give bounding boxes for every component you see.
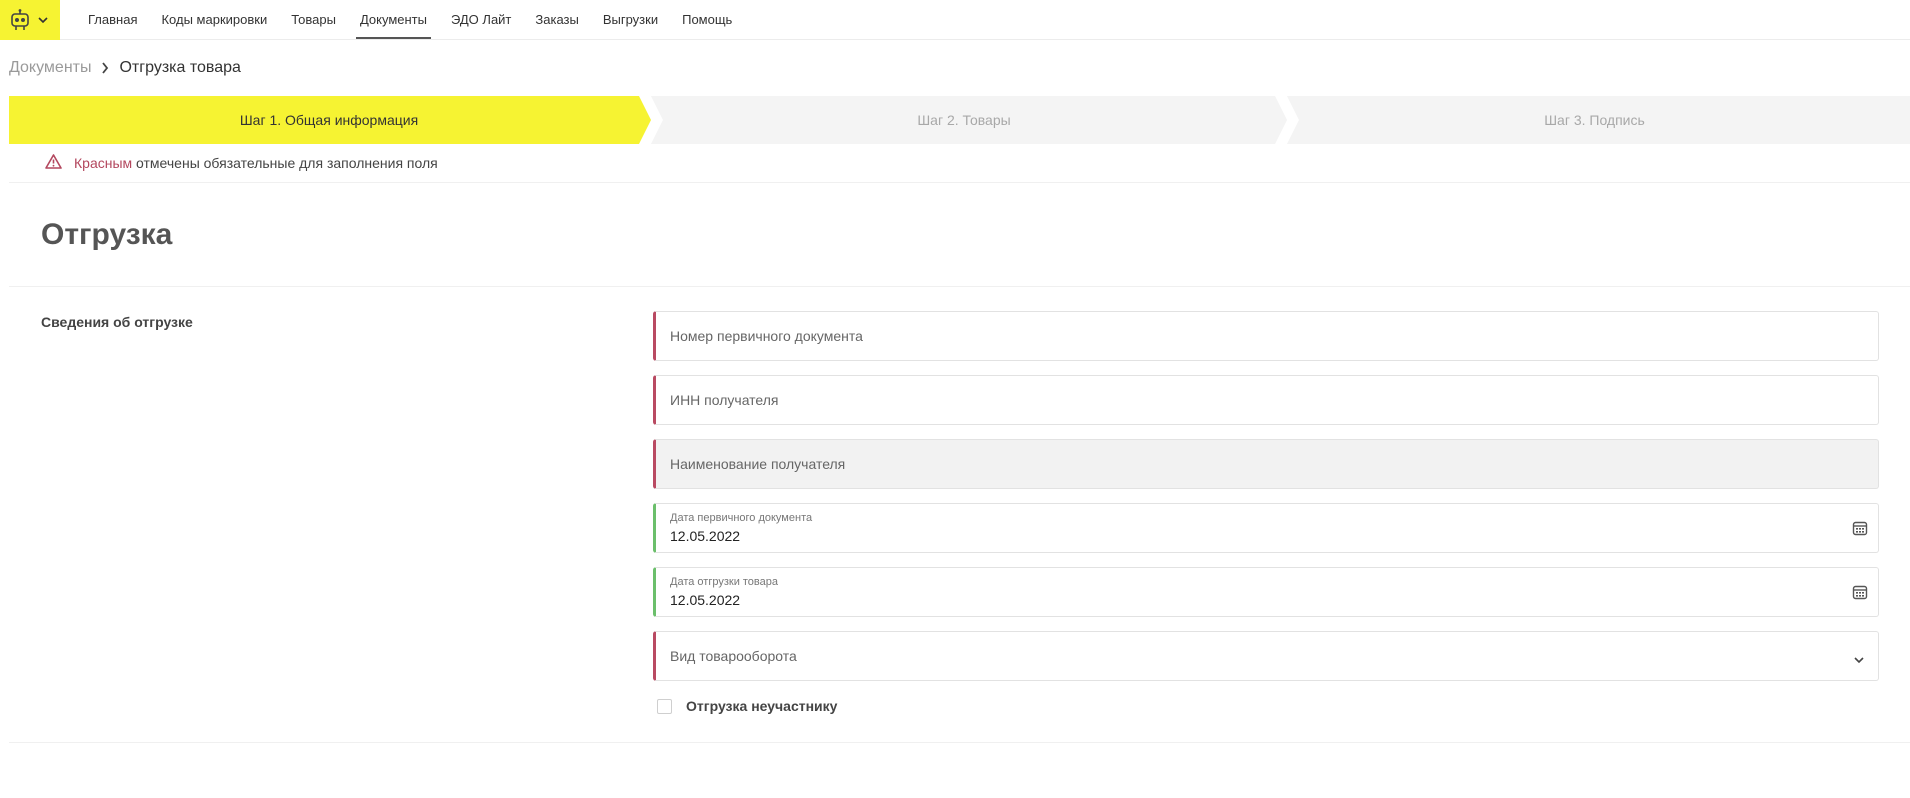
top-navigation: Главная Коды маркировки Товары Документы…	[0, 0, 1910, 40]
step-signature[interactable]: Шаг 3. Подпись	[1279, 96, 1910, 144]
nav-item-goods[interactable]: Товары	[279, 0, 348, 40]
turnover-type-placeholder: Вид товарооборота	[670, 648, 797, 664]
chevron-down-icon	[38, 16, 48, 24]
nav-item-edo-lite[interactable]: ЭДО Лайт	[439, 0, 523, 40]
required-fields-notice: Красным отмечены обязательные для заполн…	[45, 154, 438, 172]
doc-date-field[interactable]: Дата первичного документа 12.05.2022	[653, 503, 1879, 553]
breadcrumb-documents-link[interactable]: Документы	[9, 59, 91, 77]
page-title: Отгрузка	[41, 218, 173, 251]
robot-logo-icon	[10, 9, 30, 31]
doc-date-value: 12.05.2022	[670, 528, 741, 544]
inn-placeholder: ИНН получателя	[670, 392, 779, 408]
nav-item-exports[interactable]: Выгрузки	[591, 0, 670, 40]
ship-date-label: Дата отгрузки товара	[670, 576, 778, 588]
doc-number-field[interactable]: Номер первичного документа	[653, 311, 1879, 361]
calendar-icon[interactable]	[1852, 520, 1868, 541]
non-participant-option: Отгрузка неучастнику	[657, 698, 837, 714]
divider	[9, 182, 1910, 183]
main-menu: Главная Коды маркировки Товары Документы…	[76, 0, 744, 40]
breadcrumb: Документы Отгрузка товара	[9, 59, 241, 77]
step-general-info[interactable]: Шаг 1. Общая информация	[9, 96, 649, 144]
inn-field[interactable]: ИНН получателя	[653, 375, 1879, 425]
section-label-shipment-info: Сведения об отгрузке	[41, 314, 193, 330]
notice-highlight: Красным	[74, 155, 133, 171]
warning-triangle-icon	[45, 154, 62, 172]
chevron-right-icon	[101, 62, 109, 74]
divider	[9, 286, 1910, 287]
step-progress: Шаг 1. Общая информация Шаг 2. Товары Ша…	[9, 96, 1910, 144]
non-participant-checkbox[interactable]	[657, 698, 672, 714]
nav-item-help[interactable]: Помощь	[670, 0, 744, 40]
doc-number-placeholder: Номер первичного документа	[670, 328, 863, 344]
recipient-name-field[interactable]: Наименование получателя	[653, 439, 1879, 489]
ship-date-field[interactable]: Дата отгрузки товара 12.05.2022	[653, 567, 1879, 617]
turnover-type-select[interactable]: Вид товарооборота	[653, 631, 1879, 681]
calendar-icon[interactable]	[1852, 584, 1868, 605]
chevron-down-icon[interactable]	[1854, 651, 1864, 669]
nav-item-documents[interactable]: Документы	[348, 0, 439, 40]
recipient-name-placeholder: Наименование получателя	[670, 456, 846, 472]
logo-menu-button[interactable]	[0, 0, 60, 40]
nav-item-orders[interactable]: Заказы	[523, 0, 590, 40]
notice-message: отмечены обязательные для заполнения пол…	[132, 155, 438, 171]
nav-item-marking-codes[interactable]: Коды маркировки	[149, 0, 279, 40]
ship-date-value: 12.05.2022	[670, 592, 741, 608]
nav-item-home[interactable]: Главная	[76, 0, 149, 40]
step-goods[interactable]: Шаг 2. Товары	[649, 96, 1279, 144]
breadcrumb-current: Отгрузка товара	[119, 59, 241, 76]
divider	[9, 742, 1910, 743]
notice-text: Красным отмечены обязательные для заполн…	[74, 155, 438, 171]
doc-date-label: Дата первичного документа	[670, 512, 813, 524]
non-participant-label[interactable]: Отгрузка неучастнику	[686, 698, 837, 714]
